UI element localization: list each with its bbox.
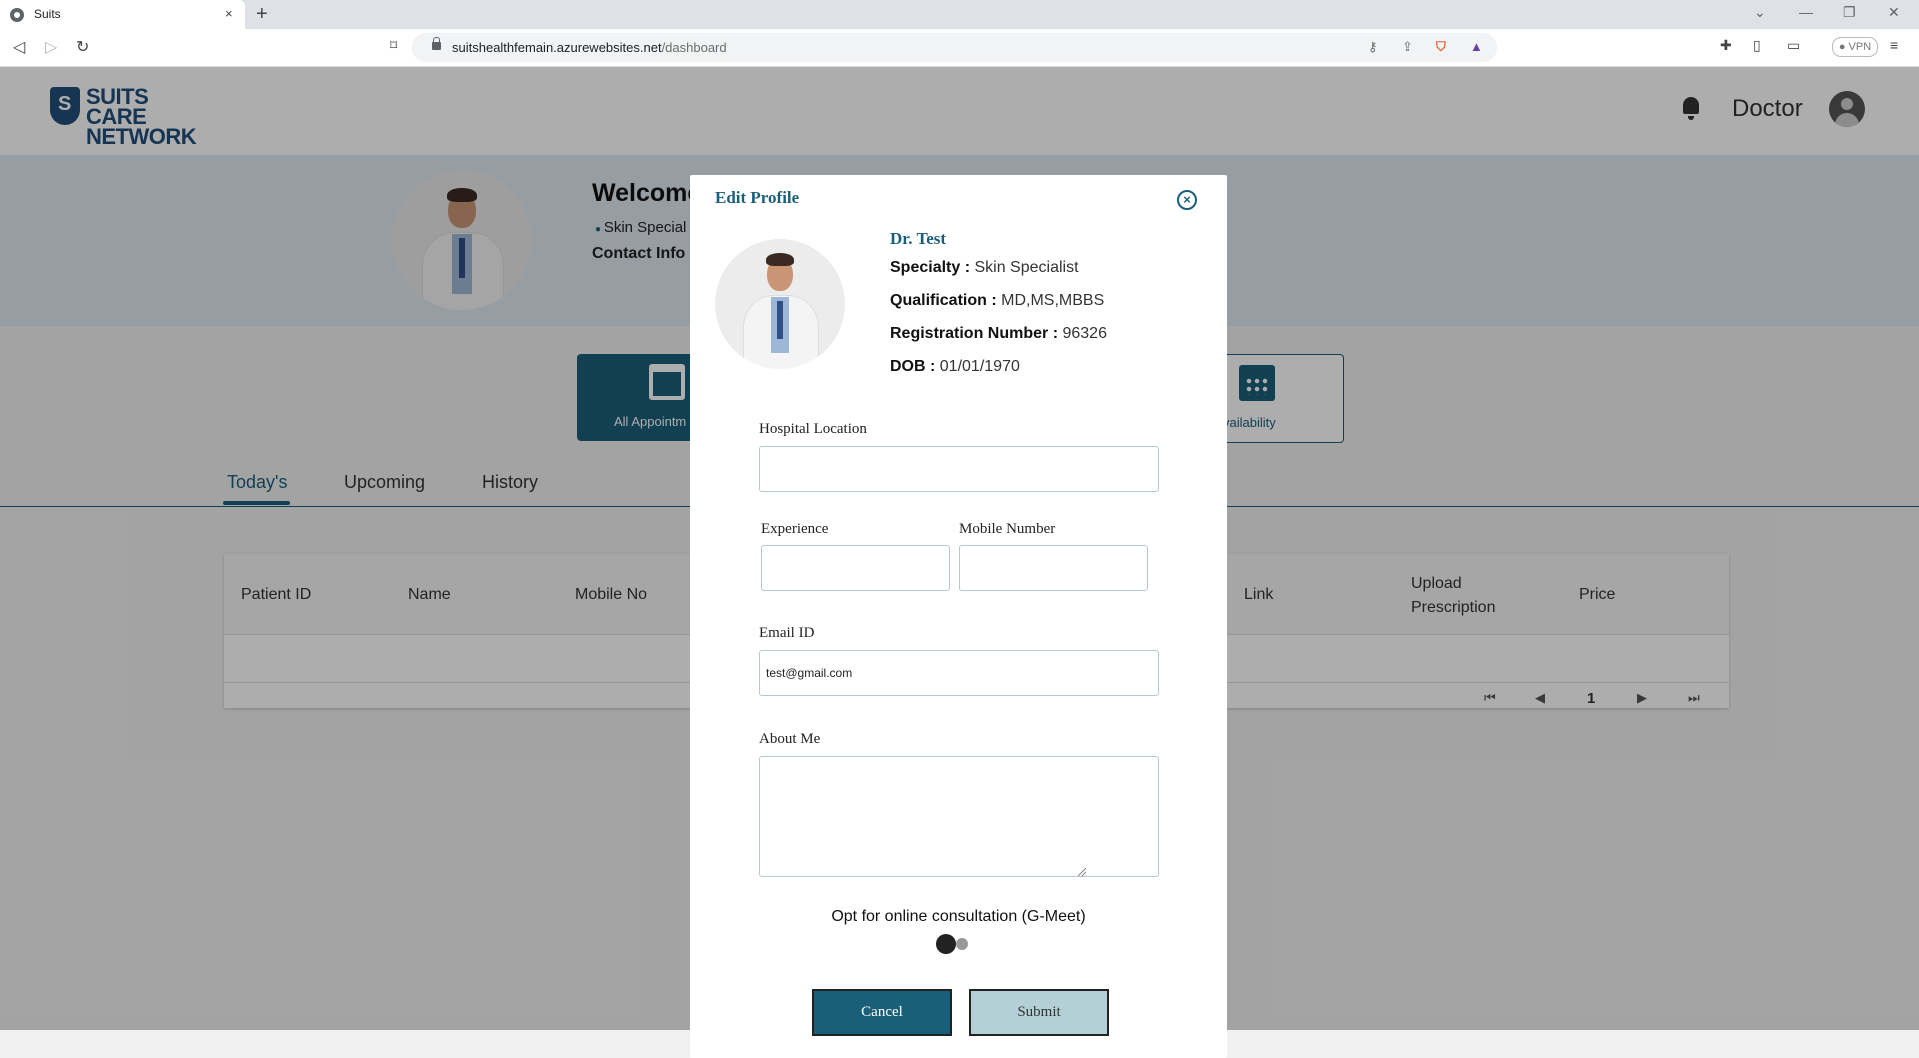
restore-icon[interactable]: ❐ [1843,4,1856,21]
resize-handle-icon[interactable] [1078,868,1086,876]
online-consultation-label: Opt for online consultation (G-Meet) [831,908,1086,925]
back-icon[interactable]: ◁ [13,37,25,57]
doctor-name: Dr. Test [890,229,947,248]
globe-icon [10,8,24,22]
key-icon[interactable]: ⚷ [1368,39,1378,55]
sidebar-icon[interactable]: ▯ [1753,37,1761,54]
share-icon[interactable]: ⇪ [1402,39,1413,55]
url-text[interactable]: suitshealthfemain.azurewebsites.net/dash… [452,40,727,55]
forward-icon[interactable]: ▷ [45,37,57,57]
online-consultation-toggle[interactable] [936,934,972,954]
url-path: /dashboard [661,40,727,55]
email-input[interactable] [759,650,1159,696]
hospital-location-input[interactable] [759,446,1159,492]
qualification-value: MD,MS,MBBS [1001,292,1105,309]
bookmark-icon[interactable]: ⌑ [390,37,397,54]
qualification-label: Qualification : [890,292,997,309]
doctor-specialty: Specialty : Skin Specialist [890,259,1079,277]
specialty-value: Skin Specialist [974,259,1079,276]
reload-icon[interactable]: ↻ [76,37,89,57]
tab-close-icon[interactable]: × [225,6,233,21]
email-label: Email ID [759,625,815,641]
window-close-icon[interactable]: ✕ [1888,4,1900,21]
brave-rewards-icon[interactable]: ▲ [1470,39,1483,54]
edit-profile-modal: Edit Profile × Dr. Test Specialty : Skin… [690,175,1227,1058]
minimize-icon[interactable]: — [1799,4,1813,20]
menu-icon[interactable]: ≡ [1890,37,1898,53]
close-circle-icon[interactable]: × [1177,190,1197,210]
new-tab-icon[interactable]: + [256,3,268,26]
registration-value: 96326 [1062,325,1107,342]
browser-toolbar: ◁ ▷ ↻ ⌑ suitshealthfemain.azurewebsites.… [0,29,1919,67]
tab-title: Suits [34,7,61,21]
doctor-profile-photo [715,239,845,369]
url-domain: suitshealthfemain.azurewebsites.net [452,40,662,55]
brave-shield-icon[interactable]: ⛉ [1436,39,1446,55]
doctor-registration: Registration Number : 96326 [890,325,1107,343]
dob-label: DOB : [890,358,936,375]
registration-label: Registration Number : [890,325,1059,342]
experience-input[interactable] [761,545,950,591]
page: SUITS CARE NETWORK Doctor Welcome Skin S… [0,67,1919,1058]
about-me-label: About Me [759,731,821,747]
extensions-icon[interactable]: ✚ [1720,37,1732,54]
wallet-icon[interactable]: ▭ [1787,37,1800,54]
browser-tab-active[interactable]: Suits × [0,0,245,29]
about-me-textarea[interactable] [759,756,1159,877]
toggle-knob [936,934,956,954]
mobile-number-input[interactable] [959,545,1148,591]
browser-tabbar: Suits × + ⌄ — ❐ ✕ [0,0,1919,29]
doctor-dob: DOB : 01/01/1970 [890,358,1020,376]
specialty-label: Specialty : [890,259,971,276]
lock-icon [432,37,441,50]
vpn-button[interactable]: ● VPN [1832,37,1878,57]
experience-label: Experience [761,521,829,537]
modal-title: Edit Profile [715,188,800,207]
submit-button[interactable]: Submit [969,989,1109,1036]
doctor-qualification: Qualification : MD,MS,MBBS [890,292,1104,310]
address-bar[interactable]: suitshealthfemain.azurewebsites.net/dash… [412,33,1497,62]
cancel-button[interactable]: Cancel [812,989,952,1036]
hospital-location-label: Hospital Location [759,421,867,437]
mobile-number-label: Mobile Number [959,521,1056,537]
dob-value: 01/01/1970 [939,358,1020,375]
toggle-track [956,938,968,950]
tab-search-icon[interactable]: ⌄ [1754,4,1766,21]
